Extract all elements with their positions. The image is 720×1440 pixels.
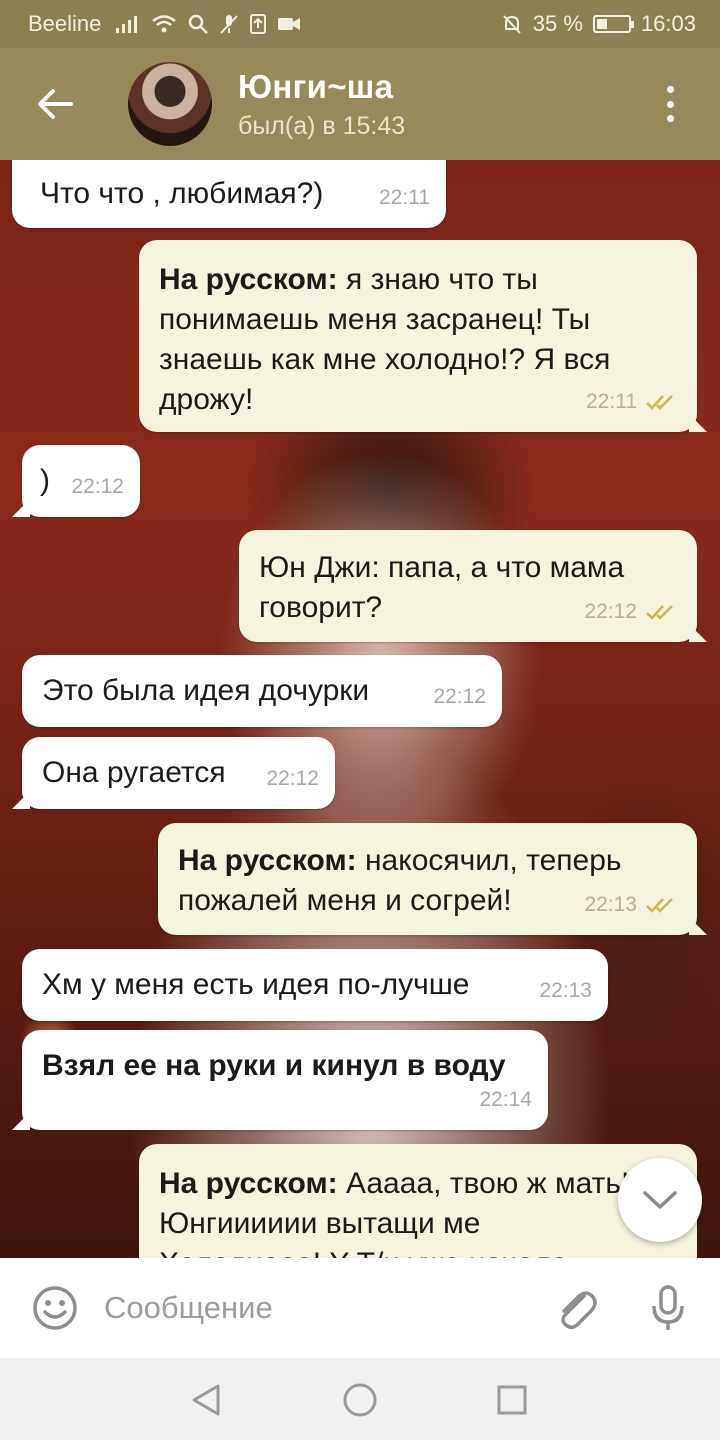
message-time: 22:13 [584,885,681,925]
last-seen-status: был(а) в 15:43 [238,111,406,140]
message-incoming[interactable]: Это была идея дочурки 22:12 [22,655,502,727]
message-time: 22:13 [539,971,592,1011]
message-time: 22:11 [586,382,681,422]
wifi-icon [152,15,177,33]
message-time: 22:11 [379,178,430,218]
message-bold-prefix: На русском: [159,263,338,296]
scroll-down-button[interactable] [618,1158,702,1242]
back-button[interactable] [0,48,110,160]
message-time: 22:12 [584,592,681,632]
arrow-left-icon [38,89,73,119]
double-check-icon [646,898,673,913]
smiley-icon [33,1286,77,1330]
double-check-icon [646,395,673,410]
battery-percent: 35 % [532,11,583,36]
upload-icon [250,14,267,34]
message-time-text: 22:14 [479,1088,532,1111]
emoji-button[interactable] [20,1273,90,1343]
microphone-button[interactable] [640,1280,696,1336]
paperclip-icon [561,1291,597,1329]
message-outgoing[interactable]: Юн Джи: папа, а что мама говорит? 22:12 [239,530,707,642]
message-time: 22:12 [433,677,486,717]
more-vertical-icon [666,86,674,93]
clock: 16:03 [640,11,696,36]
contact-name: Юнги~ша [238,67,394,105]
chat-header: Юнги~ша был(а) в 15:43 [0,48,720,160]
message-incoming[interactable]: Что что , любимая?) 22:11 [12,160,446,228]
message-bold-prefix: На русском: [178,844,357,877]
message-incoming[interactable]: Взял ее на руки и кинул в воду 22:14 [12,1030,548,1130]
message-incoming[interactable]: ) 22:12 [12,445,140,517]
triangle-back-icon [192,1384,220,1416]
system-nav-bar [0,1358,720,1440]
message-time-text: 22:12 [71,475,124,498]
status-icons [115,13,301,35]
menu-dot [666,115,674,122]
message-partial-line: Холоднооо! Y T/и уже начала [159,1244,677,1258]
message-text: Взял ее на руки и кинул в воду [42,1046,548,1086]
signal-icon [116,16,138,33]
message-time-text: 22:11 [586,390,637,413]
status-bar: Beeline 35 % 16:03 [0,0,720,48]
bell-off-icon [503,15,521,34]
message-outgoing[interactable]: На русском: я знаю что ты понимаешь меня… [139,240,707,432]
message-time-text: 22:12 [433,685,486,708]
message-time: 22:12 [71,467,124,507]
chevron-down-icon [643,1191,677,1209]
message-text: На русском: Ааааа, твою ж мать! Юнгиииии… [159,1164,677,1244]
menu-dot [666,100,674,108]
message-time: 22:12 [266,759,319,799]
nav-home-button[interactable] [340,1380,380,1420]
message-text: Хм у меня есть идея по-лучше [42,968,470,1001]
video-icon [278,18,301,30]
battery-icon [592,15,634,33]
more-menu-button[interactable] [650,84,690,124]
message-outgoing[interactable]: На русском: Ааааа, твою ж мать! Юнгиииии… [139,1144,697,1258]
search-icon [189,14,209,34]
contact-info[interactable]: Юнги~ша был(а) в 15:43 [238,68,405,141]
nav-recent-button[interactable] [492,1380,532,1420]
message-text: Что что , любимая?) [40,177,324,210]
mic-muted-icon [220,15,239,34]
message-time: 22:14 [479,1080,532,1120]
nav-back-button[interactable] [186,1380,226,1420]
contact-avatar[interactable] [128,62,212,146]
message-incoming[interactable]: Хм у меня есть идея по-лучше 22:13 [22,949,608,1021]
circle-home-icon [343,1383,377,1417]
message-time-text: 22:12 [584,600,637,623]
square-recent-icon [497,1385,527,1415]
message-time-text: 22:12 [266,767,319,790]
double-check-icon [646,605,673,620]
message-input-bar [0,1258,720,1358]
message-time-text: 22:11 [379,186,430,209]
message-outgoing[interactable]: На русском: накосячил, теперь пожалей ме… [158,823,707,935]
battery-level [596,19,608,29]
attach-button[interactable] [548,1280,604,1336]
message-input[interactable] [104,1290,524,1326]
carrier-name: Beeline [28,11,102,36]
message-bold-prefix: На русском: [159,1167,338,1200]
message-time-text: 22:13 [539,979,592,1002]
message-incoming[interactable]: Она ругается 22:12 [12,737,335,809]
status-right: 35 % 16:03 [501,11,696,37]
message-time-text: 22:13 [584,893,637,916]
message-bold-text: Взял ее на руки и кинул в воду [42,1049,506,1082]
microphone-icon [652,1285,684,1330]
chat-messages[interactable]: Что что , любимая?) 22:11 На русском: я … [0,160,720,1258]
